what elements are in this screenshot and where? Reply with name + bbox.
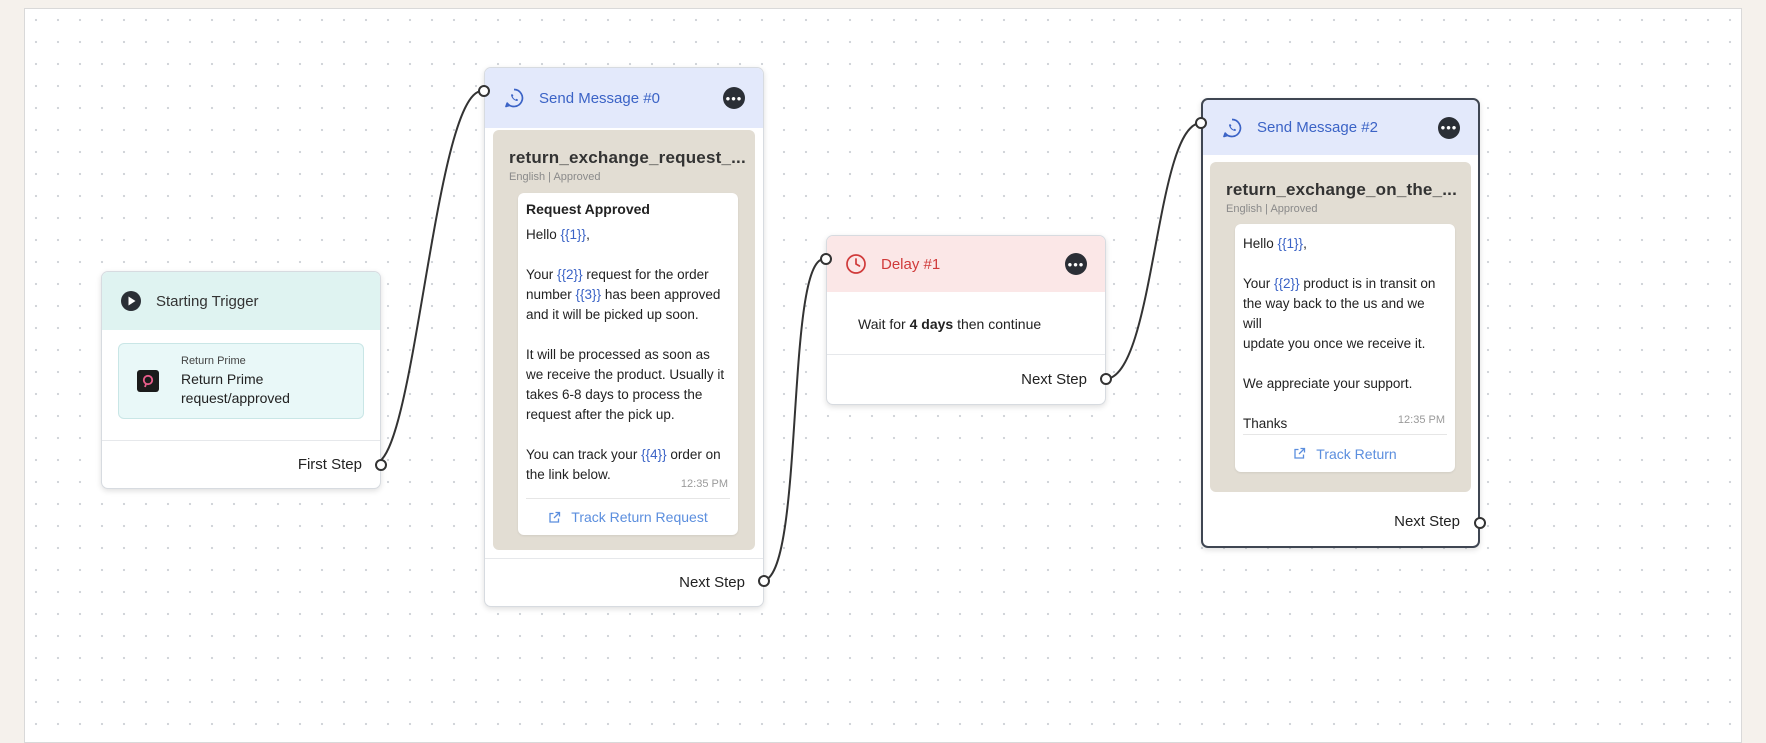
whatsapp-icon xyxy=(503,87,525,109)
trigger-output-handle[interactable] xyxy=(375,459,387,471)
play-icon xyxy=(120,290,142,312)
trigger-app-card[interactable]: Return Prime Return Prime request/approv… xyxy=(118,343,364,419)
return-prime-logo-icon xyxy=(137,370,159,392)
trigger-event-line1: Return Prime xyxy=(181,370,264,387)
message2-more-icon[interactable]: ••• xyxy=(1438,116,1460,139)
message2-title: Send Message #2 xyxy=(1257,119,1378,136)
delay-input-handle[interactable] xyxy=(820,253,832,265)
message2-hello: Hello {{1}}, xyxy=(1243,236,1307,251)
message2-template-name: return_exchange_on_the_... xyxy=(1226,180,1457,199)
message0-footer: Next Step xyxy=(485,558,763,606)
message2-footer: Next Step xyxy=(1203,496,1478,546)
delay-node[interactable]: Delay #1 ••• Wait for 4 days then contin… xyxy=(820,235,1112,405)
message0-preview: return_exchange_request_... English | Ap… xyxy=(493,130,755,550)
send-message-2-node[interactable]: Send Message #2 ••• return_exchange_on_t… xyxy=(1195,98,1486,548)
message2-output-handle[interactable] xyxy=(1474,517,1486,529)
trigger-node[interactable]: Starting Trigger Return Prime Return Pri… xyxy=(101,271,387,489)
message2-bubble: Hello {{1}}, Your {{2}} product is in tr… xyxy=(1235,224,1455,472)
clock-icon xyxy=(845,253,867,275)
message0-title: Send Message #0 xyxy=(539,89,660,107)
message0-template-meta: English | Approved xyxy=(509,171,601,183)
flow-canvas[interactable]: Starting Trigger Return Prime Return Pri… xyxy=(24,8,1742,743)
message0-para1: Your {{2}} request for the order number … xyxy=(526,267,721,322)
message2-input-handle[interactable] xyxy=(1195,117,1207,129)
edge-delay-to-message2 xyxy=(1104,122,1202,380)
message0-bubble: Request Approved Hello {{1}}, Your {{2}}… xyxy=(518,193,738,535)
track-return-button[interactable]: Track Return xyxy=(1243,434,1447,472)
message0-output-handle[interactable] xyxy=(758,575,770,587)
message0-input-handle[interactable] xyxy=(478,85,490,97)
message2-template-meta: English | Approved xyxy=(1226,203,1318,215)
message0-header[interactable]: Send Message #0 ••• xyxy=(485,68,763,128)
message2-header[interactable]: Send Message #2 ••• xyxy=(1203,100,1478,155)
message2-para2: We appreciate your support. xyxy=(1243,376,1413,391)
message0-hello: Hello {{1}}, xyxy=(526,227,590,242)
delay-description: Wait for 4 days then continue xyxy=(827,292,1105,355)
message0-para2: It will be processed as soon as we recei… xyxy=(526,347,725,422)
message2-para1: Your {{2}} product is in transit on the … xyxy=(1243,276,1436,351)
trigger-title: Starting Trigger xyxy=(156,292,259,310)
trigger-node-header[interactable]: Starting Trigger xyxy=(102,272,380,330)
delay-header[interactable]: Delay #1 ••• xyxy=(827,236,1105,292)
message2-next-step-label: Next Step xyxy=(1394,512,1460,530)
message0-heading: Request Approved xyxy=(526,201,650,217)
message0-next-step-label: Next Step xyxy=(679,574,745,591)
message0-template-name: return_exchange_request_... xyxy=(509,148,746,167)
delay-next-step-label: Next Step xyxy=(1021,370,1087,388)
message0-timestamp: 12:35 PM xyxy=(680,478,728,490)
delay-output-handle[interactable] xyxy=(1100,373,1112,385)
message0-more-icon[interactable]: ••• xyxy=(723,87,745,109)
external-link-icon xyxy=(548,511,561,524)
external-link-icon xyxy=(1293,447,1306,460)
delay-more-icon[interactable]: ••• xyxy=(1065,253,1087,275)
trigger-app-name: Return Prime xyxy=(181,354,246,367)
message2-timestamp: 12:35 PM xyxy=(1397,414,1445,426)
edge-trigger-to-message0 xyxy=(374,90,483,464)
edge-message0-to-delay xyxy=(761,258,825,582)
delay-footer: Next Step xyxy=(827,354,1105,404)
message2-preview: return_exchange_on_the_... English | App… xyxy=(1210,162,1471,492)
whatsapp-icon xyxy=(1221,117,1243,139)
send-message-0-node[interactable]: Send Message #0 ••• return_exchange_requ… xyxy=(478,67,770,607)
trigger-footer: First Step xyxy=(102,440,380,488)
track-return-request-button[interactable]: Track Return Request xyxy=(526,498,730,535)
first-step-label: First Step xyxy=(297,456,362,473)
delay-title: Delay #1 xyxy=(881,255,941,273)
trigger-event-line2: request/approved xyxy=(181,389,290,406)
